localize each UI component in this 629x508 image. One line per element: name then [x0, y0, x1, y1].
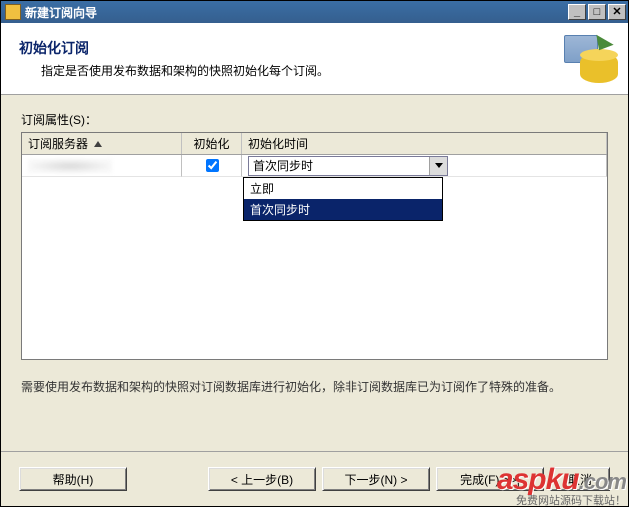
wizard-footer: 帮助(H) < 上一步(B) 下一步(N) > 完成(F) >>| 取消 asp… — [1, 452, 628, 506]
hint-text: 需要使用发布数据和架构的快照对订阅数据库进行初始化，除非订阅数据库已为订阅作了特… — [21, 378, 608, 395]
titlebar: 新建订阅向导 _ □ ✕ — [1, 1, 628, 23]
init-checkbox[interactable] — [206, 159, 219, 172]
table-row: 首次同步时 — [22, 155, 607, 177]
help-button[interactable]: 帮助(H) — [19, 467, 127, 491]
column-header-init-label: 初始化 — [193, 135, 229, 152]
init-time-dropdown: 立即 首次同步时 — [243, 177, 443, 221]
grid-header-row: 订阅服务器 初始化 初始化时间 — [22, 133, 607, 155]
chevron-down-icon — [435, 163, 443, 168]
server-name-redacted — [28, 159, 112, 173]
watermark-tagline: 免费网站源码下载站！ — [497, 492, 626, 508]
subscription-grid: 订阅服务器 初始化 初始化时间 首次同步时 — [21, 132, 608, 360]
next-button[interactable]: 下一步(N) > — [322, 467, 430, 491]
column-header-server[interactable]: 订阅服务器 — [22, 133, 182, 154]
dropdown-option-immediate[interactable]: 立即 — [244, 178, 442, 199]
cell-server — [22, 155, 182, 177]
close-button[interactable]: ✕ — [608, 4, 626, 20]
page-subtitle: 指定是否使用发布数据和架构的快照初始化每个订阅。 — [19, 62, 329, 79]
back-button[interactable]: < 上一步(B) — [208, 467, 316, 491]
finish-button[interactable]: 完成(F) >>| — [436, 467, 544, 491]
column-header-init-time[interactable]: 初始化时间 — [242, 133, 607, 154]
cell-init — [182, 155, 242, 177]
app-icon — [5, 4, 21, 20]
wizard-header: 初始化订阅 指定是否使用发布数据和架构的快照初始化每个订阅。 — [1, 23, 628, 95]
window-controls: _ □ ✕ — [568, 4, 626, 20]
header-icon — [562, 33, 618, 83]
subscription-properties-label: 订阅属性(S)： — [21, 111, 608, 128]
page-title: 初始化订阅 — [19, 38, 329, 58]
column-header-init-time-label: 初始化时间 — [248, 135, 308, 152]
maximize-button[interactable]: □ — [588, 4, 606, 20]
combobox-dropdown-button[interactable] — [429, 157, 447, 175]
init-time-selected: 首次同步时 — [249, 157, 429, 175]
window-title: 新建订阅向导 — [25, 4, 568, 21]
sort-ascending-icon — [94, 141, 102, 147]
column-header-server-label: 订阅服务器 — [28, 135, 88, 152]
column-header-init[interactable]: 初始化 — [182, 133, 242, 154]
init-time-combobox[interactable]: 首次同步时 — [248, 156, 448, 176]
minimize-button[interactable]: _ — [568, 4, 586, 20]
dropdown-option-first-sync[interactable]: 首次同步时 — [244, 199, 442, 220]
cancel-button[interactable]: 取消 — [550, 467, 610, 491]
cell-init-time: 首次同步时 — [242, 155, 607, 177]
wizard-body: 订阅属性(S)： 订阅服务器 初始化 初始化时间 — [1, 95, 628, 452]
